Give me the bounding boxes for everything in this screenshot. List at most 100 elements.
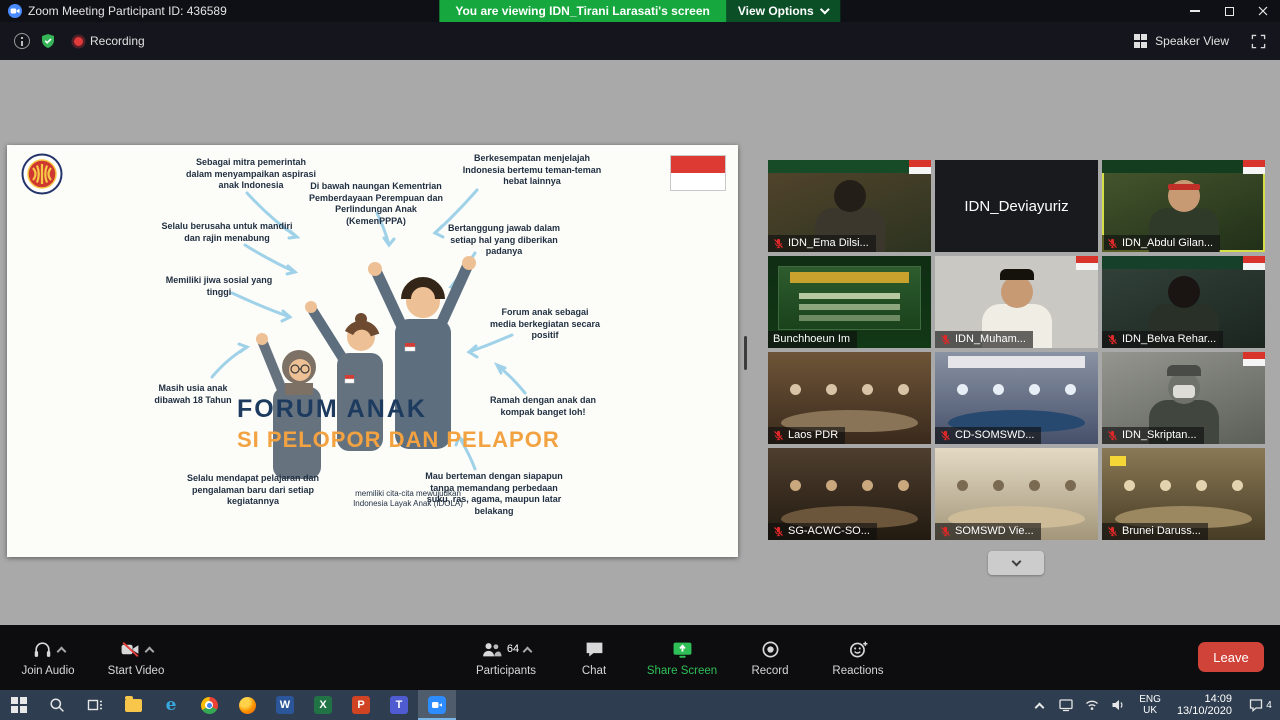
maximize-button[interactable] [1212,0,1246,22]
muted-mic-icon [773,526,784,537]
start-video-options-caret[interactable] [144,646,154,656]
participant-silhouette [834,180,866,212]
poster-banner [768,160,931,173]
indonesia-flag-icon [909,160,931,174]
share-screen-label: Share Screen [647,665,717,677]
windows-taskbar: e W X P T [0,690,1280,720]
participant-tile[interactable]: IDN_Deviayuriz [935,160,1098,252]
participant-tile[interactable]: IDN_Ema Dilsi... [768,160,931,252]
chat-button[interactable]: Chat [550,625,638,690]
file-explorer-button[interactable] [114,690,152,720]
participant-tile[interactable]: Laos PDR [768,352,931,444]
word-button[interactable]: W [266,690,304,720]
poster-banner [1102,160,1265,173]
encryption-shield-icon[interactable] [40,33,56,49]
maximize-icon [1225,7,1234,16]
monitor-icon[interactable] [1058,697,1074,713]
slide-title-line1: FORUM ANAK [237,395,560,424]
record-button[interactable]: Record [726,625,814,690]
powerpoint-icon: P [352,696,370,714]
participants-button[interactable]: 64 Participants [462,625,550,690]
participant-name-tag: IDN_Skriptan... [1102,427,1204,444]
participant-name-tag: IDN_Abdul Gilan... [1102,235,1220,252]
start-video-button[interactable]: Start Video [92,625,180,690]
panel-resize-handle[interactable] [744,336,747,370]
meeting-room-people [1112,480,1255,491]
share-screen-button[interactable]: Share Screen [638,625,726,690]
action-center-icon [1248,697,1264,713]
leave-button[interactable]: Leave [1198,642,1264,672]
chat-bubble-icon [584,639,605,660]
excel-button[interactable]: X [304,690,342,720]
search-icon [49,697,65,713]
windows-start-icon [11,697,27,713]
zoom-taskbar-button[interactable] [418,690,456,720]
tray-expand-icon[interactable] [1035,702,1045,712]
participant-tile[interactable]: IDN_Belva Rehar... [1102,256,1265,348]
start-video-label: Start Video [108,665,165,677]
participant-tile[interactable]: IDN_Skriptan... [1102,352,1265,444]
notification-count-badge: 4 [1266,700,1272,711]
recording-dot-icon [74,37,83,46]
powerpoint-button[interactable]: P [342,690,380,720]
reactions-button[interactable]: Reactions [814,625,902,690]
teams-button[interactable]: T [380,690,418,720]
muted-mic-icon [773,430,784,441]
participant-name-tag: Laos PDR [768,427,845,444]
participants-count-badge: 64 [507,643,519,655]
wifi-icon[interactable] [1084,697,1100,713]
file-explorer-icon [125,699,142,712]
view-options-dropdown[interactable]: View Options [726,0,841,22]
search-button[interactable] [38,690,76,720]
clock-time: 14:09 [1177,693,1232,706]
firefox-button[interactable] [228,690,266,720]
participants-options-caret[interactable] [523,646,533,656]
record-label: Record [751,665,788,677]
callout: Forum anak sebagai media berkegiatan sec… [489,307,601,342]
participant-tile[interactable]: IDN_Muham... [935,256,1098,348]
fullscreen-icon[interactable] [1251,34,1266,49]
participant-name: IDN_Deviayuriz [935,160,1098,252]
participant-name-tag: CD-SOMSWD... [935,427,1041,444]
chrome-button[interactable] [190,690,228,720]
shared-slide-thumbnail [778,266,921,330]
action-center-button[interactable]: 4 [1240,690,1280,720]
meeting-room-people [945,480,1088,491]
teams-icon: T [390,696,408,714]
participants-icon [481,639,502,660]
participant-tile[interactable]: SOMSWD Vie... [935,448,1098,540]
participant-name: IDN_Muham... [955,333,1026,345]
callout: Sebagai mitra pemerintah dalam menyampai… [185,157,317,192]
desktop: Zoom Meeting Participant ID: 436589 You … [0,0,1280,720]
indonesia-flag-icon [1243,352,1265,366]
speaker-view-button[interactable]: Speaker View [1134,34,1229,48]
asean-logo [21,153,63,195]
speaker-icon[interactable] [1110,697,1126,713]
participant-tile-active-speaker[interactable]: IDN_Abdul Gilan... [1102,160,1265,252]
participant-name-tag: SOMSWD Vie... [935,523,1041,540]
join-audio-options-caret[interactable] [56,646,66,656]
participant-tile[interactable]: SG-ACWC-SO... [768,448,931,540]
indonesia-flag-icon [1243,256,1265,270]
participant-tile[interactable]: CD-SOMSWD... [935,352,1098,444]
participant-tile[interactable]: Bunchhoeun Im [768,256,931,348]
info-icon[interactable] [14,33,30,49]
task-view-button[interactable] [76,690,114,720]
minimize-button[interactable] [1178,0,1212,22]
callout: Selalu mendapat pelajaran dan pengalaman… [169,473,337,508]
collapse-gallery-button[interactable] [988,551,1044,575]
participant-name: Laos PDR [788,429,838,441]
taskbar-clock[interactable]: 14:09 13/10/2020 [1169,693,1240,718]
join-audio-button[interactable]: Join Audio [4,625,92,690]
recording-label: Recording [90,34,145,48]
close-button[interactable] [1246,0,1280,22]
close-icon [1258,6,1268,16]
poster-banner [1102,256,1265,269]
participant-tile[interactable]: Brunei Daruss... [1102,448,1265,540]
share-banner-text: You are viewing IDN_Tirani Larasati's sc… [439,0,726,22]
start-button[interactable] [0,690,38,720]
participant-name: SOMSWD Vie... [955,525,1034,537]
edge-button[interactable]: e [152,690,190,720]
language-indicator[interactable]: ENG UK [1131,694,1169,716]
participant-silhouette [1001,276,1033,308]
